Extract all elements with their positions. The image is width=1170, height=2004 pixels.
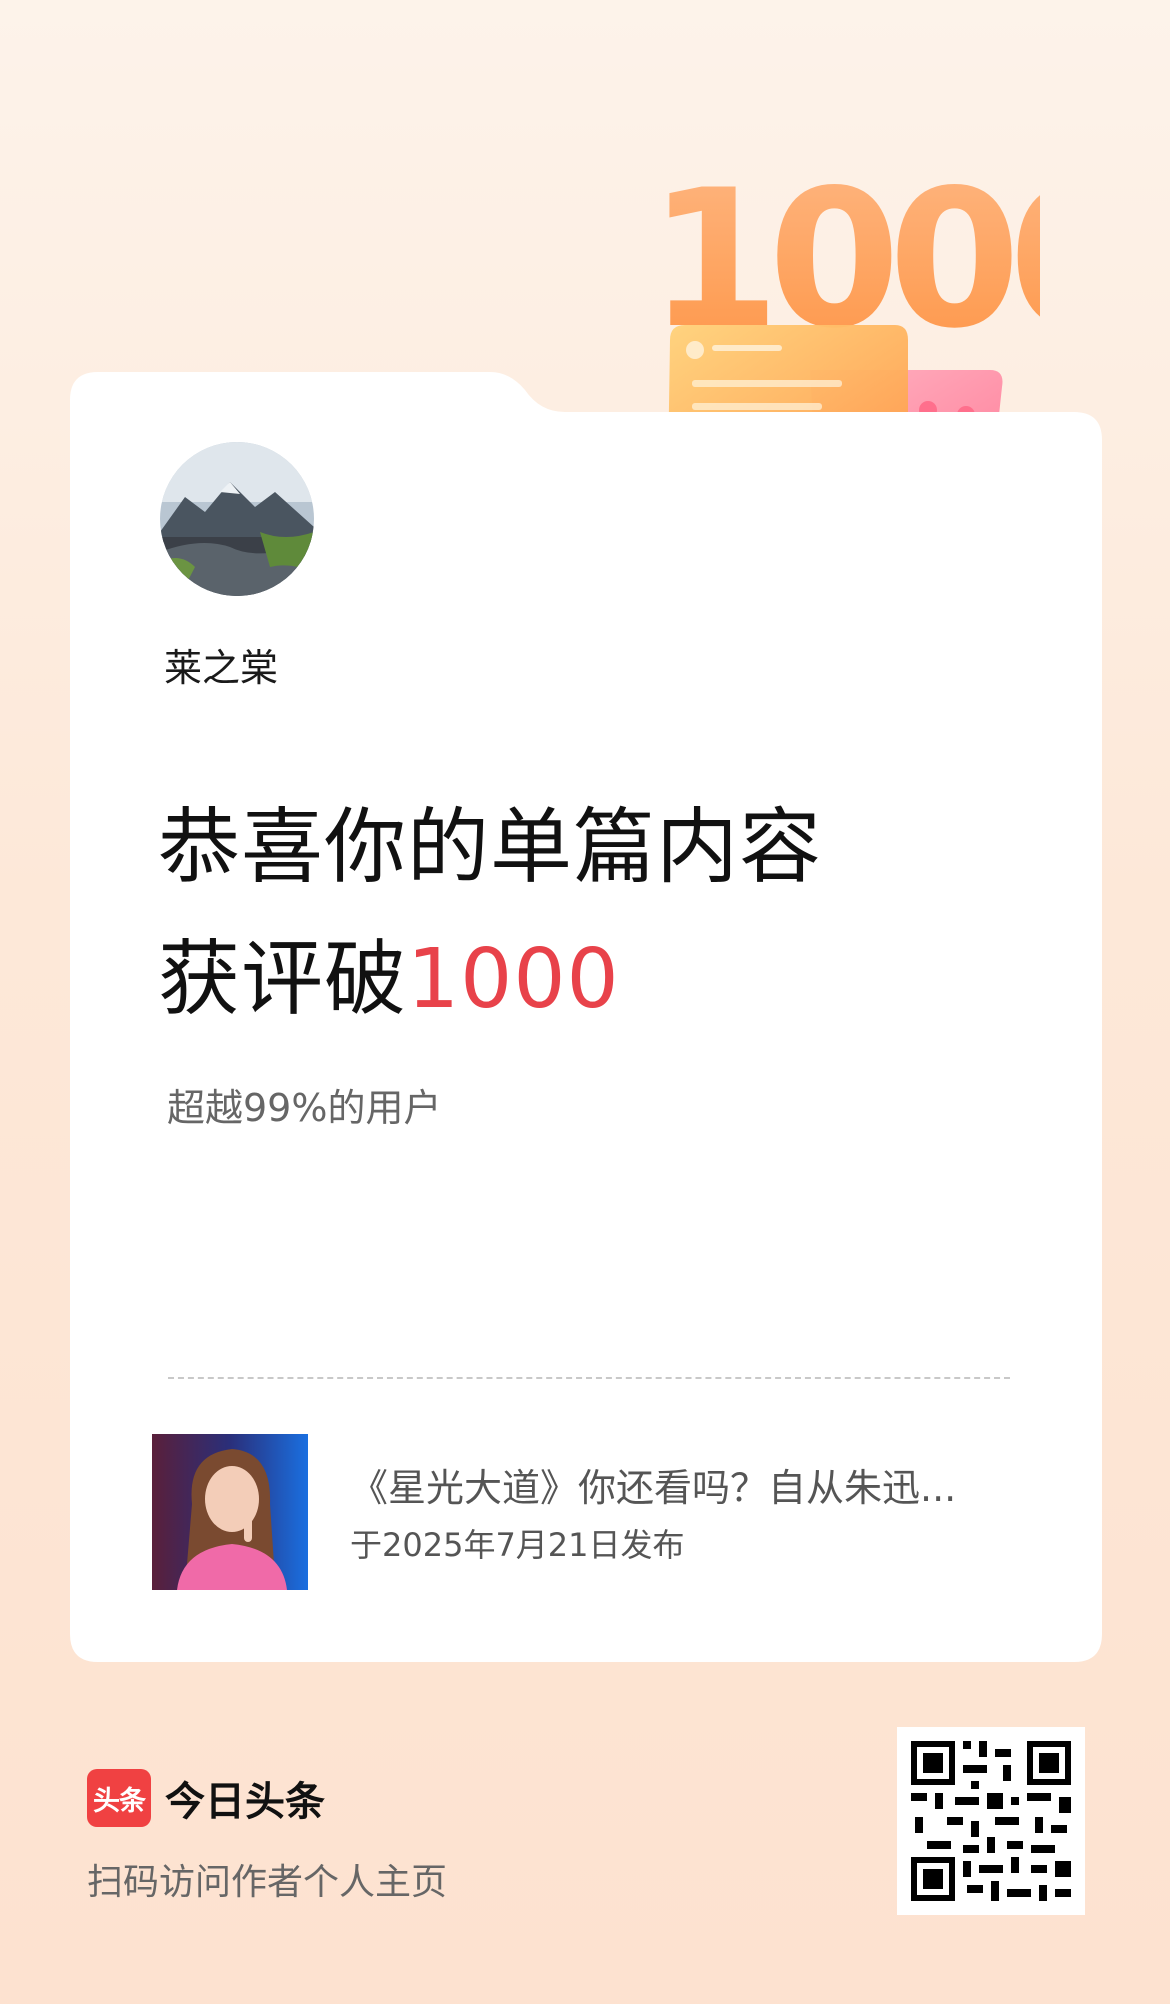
scan-tip: 扫码访问作者个人主页 [87, 1862, 448, 1903]
achievement-headline: 恭喜你的单篇内容 获评破1000 [158, 782, 822, 1046]
author-name[interactable]: 莱之棠 [164, 637, 278, 692]
toutiao-logo-icon: 头条 [87, 1769, 151, 1827]
author-avatar[interactable] [160, 442, 314, 596]
brand: 头条 今日头条 [87, 1768, 325, 1828]
article-title[interactable]: 《星光大道》你还看吗？自从朱迅... [350, 1457, 956, 1512]
achievement-card: 莱之棠 恭喜你的单篇内容 获评破1000 超越99%的用户 《星光大道》你还看吗… [70, 372, 1102, 1662]
headline-prefix: 获评破 [158, 932, 408, 1027]
qr-code[interactable] [897, 1727, 1085, 1915]
dashed-divider [168, 1377, 1010, 1379]
rank-text: 超越99%的用户 [167, 1086, 442, 1130]
headline-number: 1000 [407, 932, 620, 1027]
article-publish-date: 于2025年7月21日发布 [350, 1526, 685, 1564]
headline-line-1: 恭喜你的单篇内容 [158, 800, 823, 895]
headline-line-2: 获评破1000 [158, 914, 822, 1046]
brand-name: 今日头条 [165, 1779, 325, 1825]
article-thumbnail[interactable] [152, 1434, 308, 1590]
